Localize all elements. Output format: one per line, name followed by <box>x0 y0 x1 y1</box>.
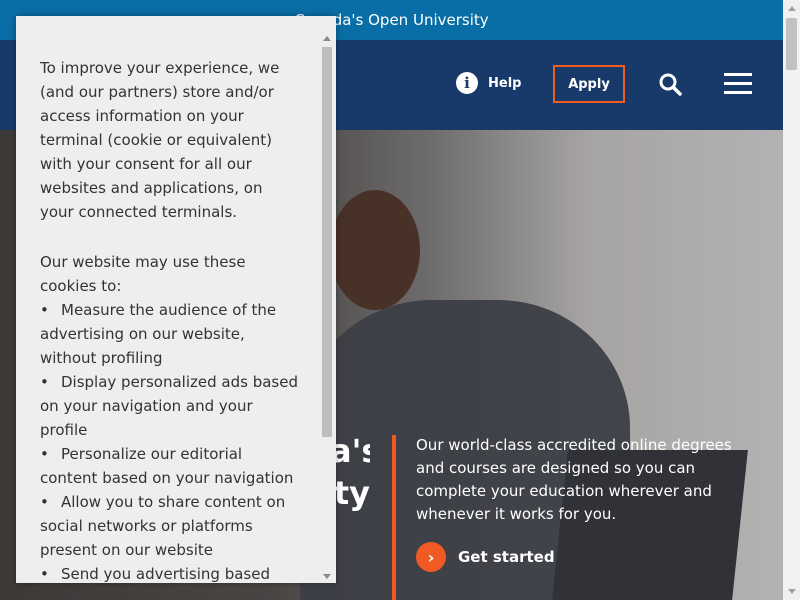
help-link[interactable]: i Help <box>456 72 521 94</box>
list-item: Allow you to share content on social net… <box>40 490 300 562</box>
hero-description: Our world-class accredited online degree… <box>416 436 732 523</box>
list-item: Personalize our editorial content based … <box>40 442 300 490</box>
cookie-intro-text: To improve your experience, we (and our … <box>40 59 280 221</box>
help-label: Help <box>488 75 522 91</box>
scroll-up-icon[interactable] <box>788 6 796 11</box>
cookie-dialog-content: To improve your experience, we (and our … <box>40 56 300 583</box>
cookie-dialog-scrollbar[interactable] <box>321 32 333 583</box>
scroll-down-icon[interactable] <box>323 574 331 579</box>
cookie-purpose-list: Measure the audience of the advertising … <box>40 298 300 583</box>
scroll-up-icon[interactable] <box>323 36 331 41</box>
cookie-lead-text: Our website may use these cookies to: <box>40 253 246 295</box>
info-icon: i <box>456 72 478 94</box>
list-item: Display personalized ads based on your n… <box>40 370 300 442</box>
page-scrollbar[interactable] <box>783 0 800 600</box>
apply-button[interactable]: Apply <box>553 65 625 103</box>
page-scroll-thumb[interactable] <box>786 18 797 70</box>
scroll-down-icon[interactable] <box>788 589 796 594</box>
hero-title: a's ty <box>330 432 370 512</box>
list-item: Send you advertising based <box>40 562 300 583</box>
cookie-scroll-thumb[interactable] <box>322 47 332 437</box>
hero-divider <box>392 435 396 600</box>
search-icon[interactable] <box>658 72 682 96</box>
get-started-link[interactable]: › Get started <box>416 542 555 572</box>
get-started-label: Get started <box>458 548 555 566</box>
cookie-consent-dialog: To improve your experience, we (and our … <box>16 16 336 583</box>
chevron-right-icon: › <box>416 542 446 572</box>
menu-icon[interactable] <box>724 73 754 95</box>
list-item: Measure the audience of the advertising … <box>40 298 300 370</box>
